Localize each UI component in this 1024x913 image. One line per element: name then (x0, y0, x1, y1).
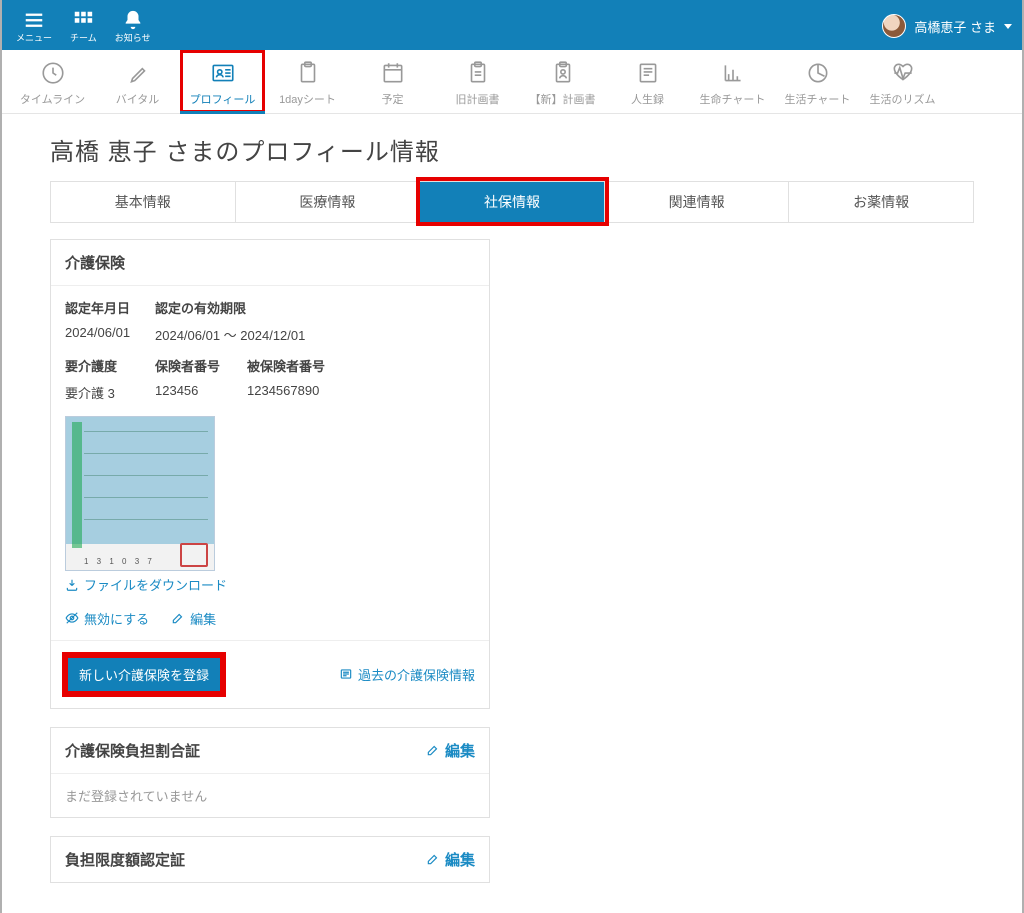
heartbeat-icon (890, 60, 916, 86)
clipboard-icon (295, 60, 321, 86)
tab-basic[interactable]: 基本情報 (50, 181, 236, 222)
eye-slash-icon (65, 611, 79, 625)
chevron-down-icon (1004, 24, 1012, 29)
nav-life-record[interactable]: 人生録 (605, 50, 690, 113)
nav-plan-old[interactable]: 旧計画書 (435, 50, 520, 113)
limit-card-title: 負担限度額認定証 (65, 849, 185, 870)
menu-icon (23, 9, 45, 31)
profile-tabs: 基本情報 医療情報 社保情報 関連情報 お薬情報 (50, 181, 974, 223)
list-icon (339, 667, 353, 681)
edit-icon (426, 852, 440, 866)
tab-medicine[interactable]: お薬情報 (789, 181, 974, 222)
clipboard-user-icon (550, 60, 576, 86)
burden-card: 介護保険負担割合証 編集 まだ登録されていません (50, 727, 490, 818)
document-thumbnail[interactable]: 1 3 1 0 3 7 (65, 416, 215, 571)
tab-shaho[interactable]: 社保情報 (420, 181, 605, 222)
valid-label: 認定の有効期限 (155, 298, 475, 317)
user-menu[interactable]: 高橋恵子 さま (882, 14, 1012, 38)
nav-oneday[interactable]: 1dayシート (265, 50, 350, 113)
edit-limit-link[interactable]: 編集 (426, 849, 475, 870)
book-icon (635, 60, 661, 86)
nav-rhythm[interactable]: 生活のリズム (860, 50, 945, 113)
limit-card: 負担限度額認定証 編集 (50, 836, 490, 883)
sub-nav: タイムライン バイタル プロフィール 1dayシート 予定 旧計画書 【新】計画… (2, 50, 1022, 114)
bar-chart-icon (720, 60, 746, 86)
burden-card-title: 介護保険負担割合証 (65, 740, 200, 761)
download-icon (65, 578, 79, 592)
insurer-label: 保険者番号 (155, 356, 247, 375)
nav-schedule[interactable]: 予定 (350, 50, 435, 113)
notice-button[interactable]: お知らせ (115, 9, 151, 44)
clock-icon (40, 60, 66, 86)
burden-empty-text: まだ登録されていません (51, 774, 489, 817)
insurance-card-title: 介護保険 (51, 240, 489, 286)
nav-vital[interactable]: バイタル (95, 50, 180, 113)
edit-burden-link[interactable]: 編集 (426, 740, 475, 761)
new-insurance-button[interactable]: 新しい介護保険を登録 (65, 655, 223, 694)
menu-button[interactable]: メニュー (16, 9, 52, 44)
edit-insurance-link[interactable]: 編集 (171, 609, 216, 628)
avatar (882, 14, 906, 38)
past-insurance-link[interactable]: 過去の介護保険情報 (339, 665, 475, 684)
level-value: 要介護 3 (65, 383, 155, 402)
level-label: 要介護度 (65, 356, 155, 375)
nav-profile[interactable]: プロフィール (180, 50, 265, 113)
edit-icon (171, 611, 185, 625)
insured-label: 被保険者番号 (247, 356, 475, 375)
tab-medical[interactable]: 医療情報 (236, 181, 421, 222)
team-button[interactable]: チーム (70, 9, 97, 44)
top-bar: メニュー チーム お知らせ 高橋恵子 さま (2, 0, 1022, 50)
valid-value: 2024/06/01 ～ 2024/12/01 (155, 325, 475, 344)
download-file-link[interactable]: ファイルをダウンロード (65, 575, 227, 594)
thermometer-icon (125, 60, 151, 86)
id-card-icon (210, 60, 236, 86)
insurer-value: 123456 (155, 383, 247, 402)
tab-related[interactable]: 関連情報 (605, 181, 790, 222)
cert-date-value: 2024/06/01 (65, 325, 155, 344)
insurance-card: 介護保険 認定年月日 認定の有効期限 2024/06/01 2024/06/01… (50, 239, 490, 709)
calendar-icon (380, 60, 406, 86)
bell-icon (122, 9, 144, 31)
insured-value: 1234567890 (247, 383, 475, 402)
stamp-icon (180, 543, 208, 567)
edit-icon (426, 743, 440, 757)
clipboard-text-icon (465, 60, 491, 86)
grid-icon (72, 9, 94, 31)
nav-activity-chart[interactable]: 生活チャート (775, 50, 860, 113)
nav-timeline[interactable]: タイムライン (10, 50, 95, 113)
nav-life-chart[interactable]: 生命チャート (690, 50, 775, 113)
nav-plan-new[interactable]: 【新】計画書 (520, 50, 605, 113)
disable-link[interactable]: 無効にする (65, 609, 149, 628)
page-title: 高橋 恵子 さまのプロフィール情報 (50, 132, 974, 167)
pie-chart-icon (805, 60, 831, 86)
cert-date-label: 認定年月日 (65, 298, 155, 317)
